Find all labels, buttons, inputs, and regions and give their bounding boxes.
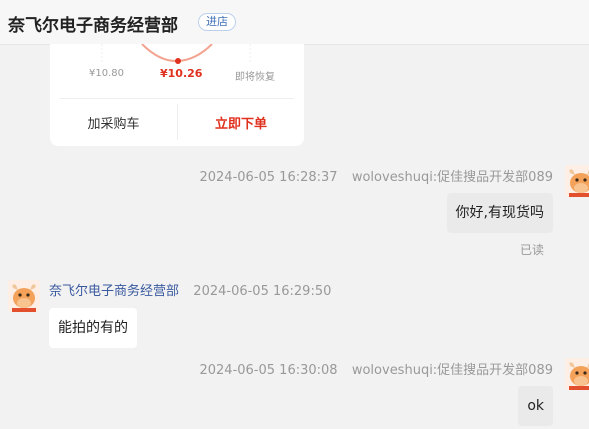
cartoon-bull-avatar-icon <box>8 280 40 312</box>
user-avatar[interactable] <box>565 358 589 390</box>
current-price-marker <box>175 58 181 64</box>
price-future: 即将恢复 <box>235 72 275 83</box>
cartoon-bull-avatar-icon <box>565 165 589 197</box>
message-sender: woloveshuqi:促佳搜品开发部089 <box>351 170 553 185</box>
price-current: ¥10.26 <box>160 67 203 80</box>
message-bubble: 你好,有现货吗 <box>446 193 553 233</box>
message-meta: 2024-06-05 16:30:08 woloveshuqi:促佳搜品开发部0… <box>199 359 553 378</box>
read-status: 已读 <box>520 243 545 257</box>
message-sender: 奈飞尔电子商务经营部 <box>49 284 180 299</box>
price-past: ¥10.80 <box>89 68 124 79</box>
chat-header: 奈飞尔电子商务经营部 进店 <box>0 0 589 45</box>
shop-name: 奈飞尔电子商务经营部 <box>8 16 178 36</box>
message-time: 2024-06-05 16:29:50 <box>193 284 332 299</box>
message-time: 2024-06-05 16:28:37 <box>199 170 338 185</box>
user-avatar[interactable] <box>565 165 589 197</box>
message-bubble: ok <box>518 386 553 426</box>
message-meta: 奈飞尔电子商务经营部 2024-06-05 16:29:50 <box>49 280 331 299</box>
shop-avatar[interactable] <box>8 280 40 312</box>
message-sender: woloveshuqi:促佳搜品开发部089 <box>351 363 553 378</box>
cartoon-bull-avatar-icon <box>565 358 589 390</box>
message-bubble: 能拍的有的 <box>49 308 137 348</box>
message-meta: 2024-06-05 16:28:37 woloveshuqi:促佳搜品开发部0… <box>199 166 553 185</box>
product-card: ¥10.80 ¥10.26 即将恢复 加采购车 立即下单 <box>50 44 304 146</box>
price-trend-chart <box>101 44 251 64</box>
enter-shop-button[interactable]: 进店 <box>198 13 236 31</box>
add-to-cart-button[interactable]: 加采购车 <box>50 99 177 145</box>
message-time: 2024-06-05 16:30:08 <box>199 363 338 378</box>
order-now-button[interactable]: 立即下单 <box>178 99 304 145</box>
